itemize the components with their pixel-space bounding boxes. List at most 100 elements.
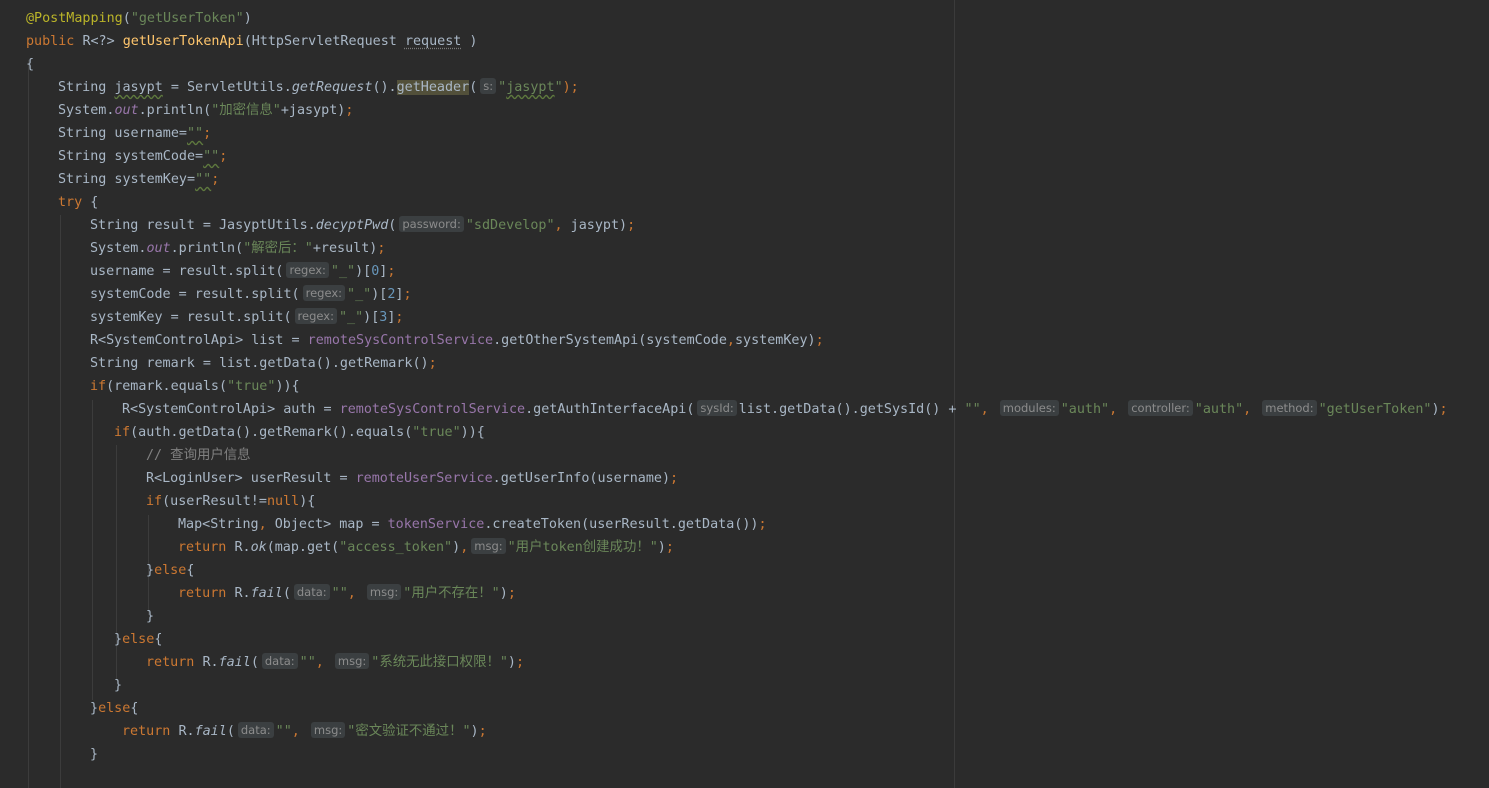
code-line[interactable]: }else{ xyxy=(146,559,194,582)
code-token: tokenService xyxy=(387,517,485,532)
parameter-hint: msg: xyxy=(334,653,370,669)
code-token: jasypt) xyxy=(570,218,628,233)
parameter-hint: password: xyxy=(399,216,464,232)
code-token: "auth" xyxy=(1194,402,1244,417)
code-token: , xyxy=(291,724,308,739)
code-token: fail xyxy=(218,655,251,670)
code-token: // 查询用户信息 xyxy=(146,448,251,463)
code-token: "用户不存在！" xyxy=(403,586,500,601)
code-token: , xyxy=(726,333,735,348)
code-token: (auth.getData().getRemark().equals( xyxy=(130,425,413,440)
code-line[interactable]: String systemCode=""; xyxy=(58,145,227,168)
code-line[interactable]: try { xyxy=(58,191,98,214)
code-token: "" xyxy=(299,655,316,670)
code-line[interactable]: return R.fail(data: "", msg: "密文验证不通过！"); xyxy=(122,720,487,743)
parameter-hint: regex: xyxy=(302,285,346,301)
code-token: public xyxy=(26,34,83,49)
code-line[interactable]: if(remark.equals("true")){ xyxy=(90,375,300,398)
code-token: " xyxy=(554,80,563,95)
code-token: R<SystemControlApi> auth = xyxy=(122,402,340,417)
code-line[interactable]: } xyxy=(90,743,98,766)
code-line[interactable]: systemCode = result.split(regex: "_")[2]; xyxy=(90,283,412,306)
code-line[interactable]: String jasypt = ServletUtils.getRequest(… xyxy=(58,76,579,99)
code-token: ; xyxy=(203,126,212,141)
code-line[interactable]: } xyxy=(146,605,154,628)
code-token: R. xyxy=(234,540,251,555)
code-token: } xyxy=(114,678,123,693)
code-token: if xyxy=(114,425,131,440)
code-token: { xyxy=(186,563,195,578)
code-token: ; xyxy=(377,241,386,256)
code-token: "加密信息" xyxy=(211,103,281,118)
code-token: ; xyxy=(665,540,674,555)
code-token: "" xyxy=(275,724,292,739)
code-token: "getUserToken" xyxy=(1318,402,1432,417)
code-line[interactable]: String result = JasyptUtils.decyptPwd(pa… xyxy=(90,214,635,237)
code-token: , xyxy=(980,402,997,417)
code-token: , xyxy=(258,517,275,532)
code-line[interactable]: return R.fail(data: "", msg: "系统无此接口权限！"); xyxy=(146,651,524,674)
code-line[interactable]: R<LoginUser> userResult = remoteUserServ… xyxy=(146,467,678,490)
code-token: " xyxy=(498,80,507,95)
code-token: ; xyxy=(478,724,487,739)
code-line[interactable]: return R.fail(data: "", msg: "用户不存在！"); xyxy=(178,582,516,605)
code-line[interactable]: } xyxy=(114,674,122,697)
code-line[interactable]: if(auth.getData().getRemark().equals("tr… xyxy=(114,421,485,444)
code-line[interactable]: // 查询用户信息 xyxy=(146,444,251,467)
code-token: ; xyxy=(758,517,767,532)
code-token: null xyxy=(266,494,300,509)
code-token: getHeader xyxy=(396,80,470,95)
code-line[interactable]: { xyxy=(26,53,34,76)
code-token: remoteUserService xyxy=(355,471,493,486)
code-token: out xyxy=(114,103,139,118)
code-editor[interactable]: @PostMapping("getUserToken") public R<?> … xyxy=(0,0,1489,788)
code-token: .getUserInfo(username) xyxy=(492,471,671,486)
parameter-hint: controller: xyxy=(1128,400,1193,416)
code-line[interactable]: R<SystemControlApi> list = remoteSysCont… xyxy=(90,329,824,352)
code-line[interactable]: if(userResult!=null){ xyxy=(146,490,315,513)
code-token: "" xyxy=(331,586,348,601)
code-token: ; xyxy=(387,264,396,279)
code-token: , xyxy=(1109,402,1126,417)
code-token: systemKey = result.split( xyxy=(90,310,292,325)
code-token: R. xyxy=(234,586,251,601)
code-token: return xyxy=(178,540,235,555)
parameter-hint: data: xyxy=(261,653,298,669)
code-line[interactable]: String systemKey=""; xyxy=(58,168,219,191)
parameter-hint: msg: xyxy=(471,538,506,554)
code-token: Object> map = xyxy=(274,517,388,532)
code-token: String systemKey= xyxy=(58,172,196,187)
code-token: ) xyxy=(1431,402,1440,417)
code-token: "sdDevelop" xyxy=(465,218,555,233)
code-token: ; xyxy=(670,471,679,486)
code-line[interactable]: @PostMapping("getUserToken") xyxy=(26,7,252,30)
code-token: ) xyxy=(507,655,516,670)
code-line[interactable]: systemKey = result.split(regex: "_")[3]; xyxy=(90,306,403,329)
code-line[interactable]: public R<?> getUserTokenApi(HttpServletR… xyxy=(26,30,478,53)
code-token: , xyxy=(460,540,469,555)
code-line[interactable]: username = result.split(regex: "_")[0]; xyxy=(90,260,395,283)
code-line[interactable]: R<SystemControlApi> auth = remoteSysCont… xyxy=(122,398,1448,421)
code-line[interactable]: String username=""; xyxy=(58,122,211,145)
code-token: , xyxy=(315,655,332,670)
code-token: , xyxy=(347,586,364,601)
code-line[interactable]: }else{ xyxy=(90,697,138,720)
code-token: remoteSysControlService xyxy=(307,333,494,348)
code-token: "_" xyxy=(347,287,372,302)
code-token: remoteSysControlService xyxy=(339,402,526,417)
code-token: , xyxy=(554,218,571,233)
code-token: ); xyxy=(562,80,579,95)
indent-guide xyxy=(92,400,93,700)
code-line[interactable]: }else{ xyxy=(114,628,162,651)
code-line[interactable]: System.out.println("加密信息"+jasypt); xyxy=(58,99,353,122)
code-token: .getAuthInterfaceApi( xyxy=(525,402,695,417)
code-token: ( xyxy=(388,218,397,233)
parameter-hint: s: xyxy=(480,78,497,94)
code-line[interactable]: return R.ok(map.get("access_token"), msg:… xyxy=(178,536,674,559)
code-line[interactable]: Map<String, Object> map = tokenService.c… xyxy=(178,513,767,536)
code-token: "用户token创建成功！" xyxy=(507,540,658,555)
right-margin-guide xyxy=(954,0,955,788)
code-line[interactable]: String remark = list.getData().getRemark… xyxy=(90,352,437,375)
code-line[interactable]: System.out.println("解密后："+result); xyxy=(90,237,385,260)
code-token: (HttpServletRequest xyxy=(243,34,405,49)
